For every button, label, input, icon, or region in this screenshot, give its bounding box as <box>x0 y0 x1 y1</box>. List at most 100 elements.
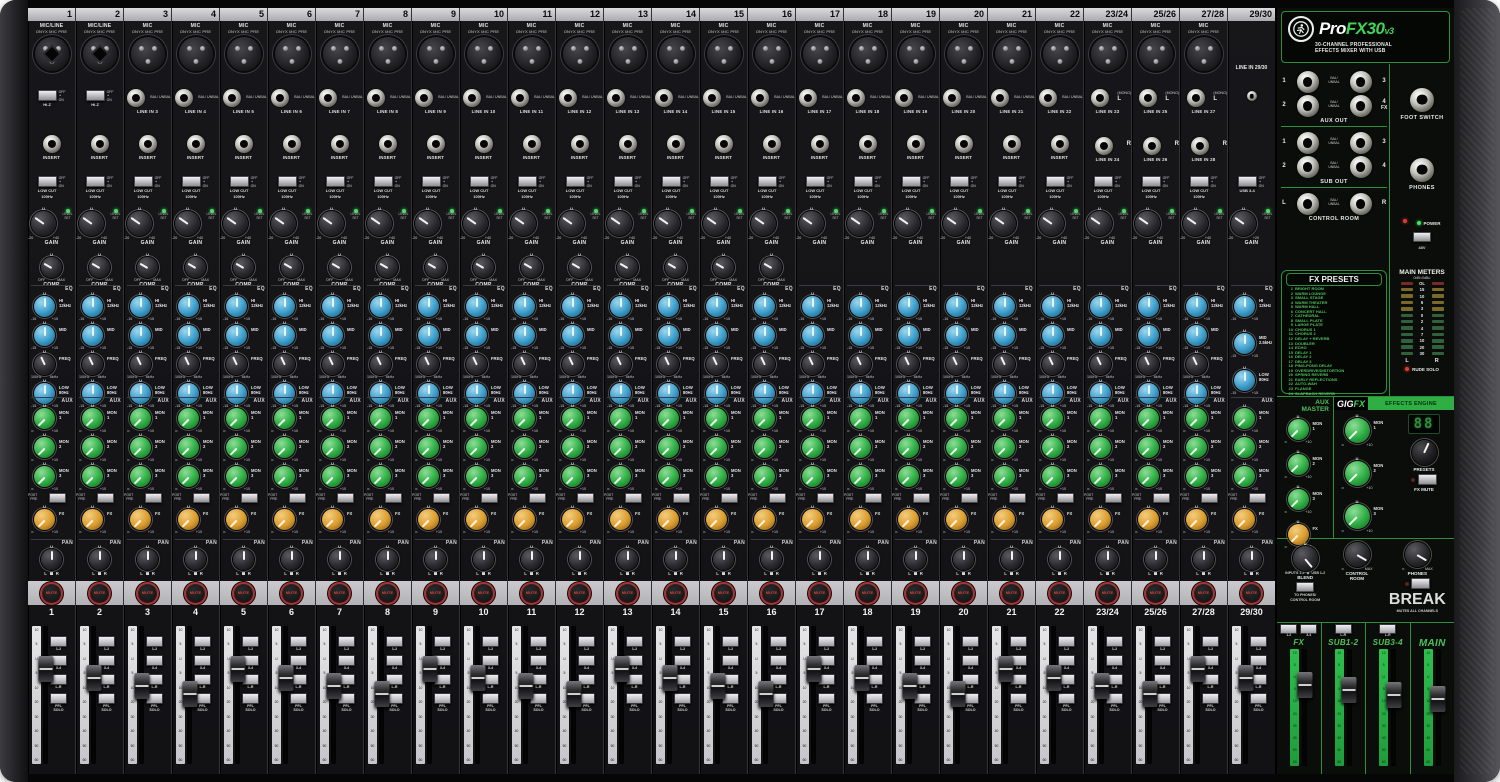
pan-knob[interactable] <box>1097 549 1118 570</box>
pfl-solo-button[interactable] <box>50 693 67 704</box>
pan-knob[interactable] <box>137 549 158 570</box>
pan-knob[interactable] <box>809 549 830 570</box>
aux-mon2-knob[interactable] <box>946 437 967 458</box>
comp-knob[interactable] <box>761 257 782 278</box>
eq-freq-knob[interactable] <box>898 354 919 375</box>
aux-mon1-knob[interactable] <box>898 408 919 429</box>
aux-fx-knob[interactable] <box>898 509 919 530</box>
low-cut-switch[interactable] <box>1094 176 1113 187</box>
pre-post-switch[interactable] <box>1105 493 1122 503</box>
assign-1-2-button[interactable] <box>1202 636 1219 647</box>
phantom-48v-switch[interactable] <box>1413 232 1431 242</box>
assign-1-2-button[interactable] <box>1010 636 1027 647</box>
pan-knob[interactable] <box>953 549 974 570</box>
assign-1-2-button[interactable] <box>434 636 451 647</box>
eq-mid-knob[interactable] <box>994 325 1015 346</box>
eq-freq-knob[interactable] <box>994 354 1015 375</box>
fader-cap[interactable] <box>374 681 389 707</box>
eq-freq-knob[interactable] <box>562 354 583 375</box>
assign-1-2-button[interactable] <box>962 636 979 647</box>
aux-mon1-knob[interactable] <box>1138 408 1159 429</box>
fader-track[interactable] <box>763 626 768 764</box>
master-fader-cap[interactable] <box>1386 682 1401 708</box>
aux-mon1-knob[interactable] <box>178 408 199 429</box>
gain-knob[interactable] <box>751 211 776 236</box>
mute-button[interactable]: MUTE <box>138 584 157 603</box>
pre-post-switch[interactable] <box>97 493 114 503</box>
eq-mid-knob[interactable] <box>130 325 151 346</box>
aux-mon2-knob[interactable] <box>850 437 871 458</box>
comp-knob[interactable] <box>713 257 734 278</box>
pre-post-switch[interactable] <box>1249 493 1266 503</box>
pan-knob[interactable] <box>569 549 590 570</box>
eq-freq-knob[interactable] <box>370 354 391 375</box>
pre-post-switch[interactable] <box>337 493 354 503</box>
aux-fx-knob[interactable] <box>1234 509 1255 530</box>
comp-knob[interactable] <box>377 257 398 278</box>
pre-post-switch[interactable] <box>1009 493 1026 503</box>
eq-mid-knob[interactable] <box>1234 333 1255 354</box>
eq-hi-knob[interactable] <box>1186 296 1207 317</box>
aux-mon1-knob[interactable] <box>562 408 583 429</box>
low-cut-switch[interactable] <box>518 176 537 187</box>
eq-freq-knob[interactable] <box>1042 354 1063 375</box>
mute-button[interactable]: MUTE <box>522 584 541 603</box>
mute-button[interactable]: MUTE <box>906 584 925 603</box>
assign-3-4-button[interactable] <box>290 655 307 666</box>
eq-freq-knob[interactable] <box>946 354 967 375</box>
assign-3-4-button[interactable] <box>146 655 163 666</box>
pre-post-switch[interactable] <box>1153 493 1170 503</box>
fader-track[interactable] <box>667 626 672 764</box>
aux-mon3-knob[interactable] <box>1042 466 1063 487</box>
pan-knob[interactable] <box>857 549 878 570</box>
gain-knob[interactable] <box>991 211 1016 236</box>
gain-knob[interactable] <box>799 211 824 236</box>
aux-fx-knob[interactable] <box>226 509 247 530</box>
assign-1-2-button[interactable] <box>482 636 499 647</box>
gain-knob[interactable] <box>559 211 584 236</box>
aux-mon1-knob[interactable] <box>418 408 439 429</box>
fader-cap[interactable] <box>518 673 533 699</box>
pan-knob[interactable] <box>1001 549 1022 570</box>
gain-knob[interactable] <box>223 211 248 236</box>
eq-mid-knob[interactable] <box>82 325 103 346</box>
pre-post-switch[interactable] <box>49 493 66 503</box>
aux-mon1-knob[interactable] <box>514 408 535 429</box>
eq-hi-knob[interactable] <box>562 296 583 317</box>
assign-3-4-button[interactable] <box>194 655 211 666</box>
fader-cap[interactable] <box>950 681 965 707</box>
aux-mon2-knob[interactable] <box>178 437 199 458</box>
pre-post-switch[interactable] <box>193 493 210 503</box>
fader-cap[interactable] <box>1238 665 1253 691</box>
assign-1-2-button[interactable] <box>722 636 739 647</box>
pre-post-switch[interactable] <box>625 493 642 503</box>
gain-knob[interactable] <box>703 211 728 236</box>
eq-hi-knob[interactable] <box>754 296 775 317</box>
mute-button[interactable]: MUTE <box>1194 584 1213 603</box>
aux-fx-knob[interactable] <box>1138 509 1159 530</box>
aux-mon1-knob[interactable] <box>466 408 487 429</box>
pfl-solo-button[interactable] <box>98 693 115 704</box>
eq-hi-knob[interactable] <box>898 296 919 317</box>
aux-mon3-knob[interactable] <box>754 466 775 487</box>
assign-3-4-button[interactable] <box>1154 655 1171 666</box>
gain-knob[interactable] <box>415 211 440 236</box>
assign-1-2-button[interactable] <box>914 636 931 647</box>
aux-mon3-knob[interactable] <box>1234 466 1255 487</box>
aux-mon1-knob[interactable] <box>370 408 391 429</box>
aux-mon2-knob[interactable] <box>706 437 727 458</box>
comp-knob[interactable] <box>41 257 62 278</box>
comp-knob[interactable] <box>569 257 590 278</box>
master-fader-cap[interactable] <box>1342 677 1357 703</box>
assign-1-2-button[interactable] <box>866 636 883 647</box>
aux-mon1-knob[interactable] <box>274 408 295 429</box>
aux-mon3-knob[interactable] <box>1186 466 1207 487</box>
eq-mid-knob[interactable] <box>850 325 871 346</box>
assign-3-4-button[interactable] <box>1250 655 1267 666</box>
aux-fx-knob[interactable] <box>706 509 727 530</box>
pre-post-switch[interactable] <box>817 493 834 503</box>
pan-knob[interactable] <box>1049 549 1070 570</box>
aux-mon1-knob[interactable] <box>706 408 727 429</box>
gain-knob[interactable] <box>175 211 200 236</box>
pan-knob[interactable] <box>233 549 254 570</box>
